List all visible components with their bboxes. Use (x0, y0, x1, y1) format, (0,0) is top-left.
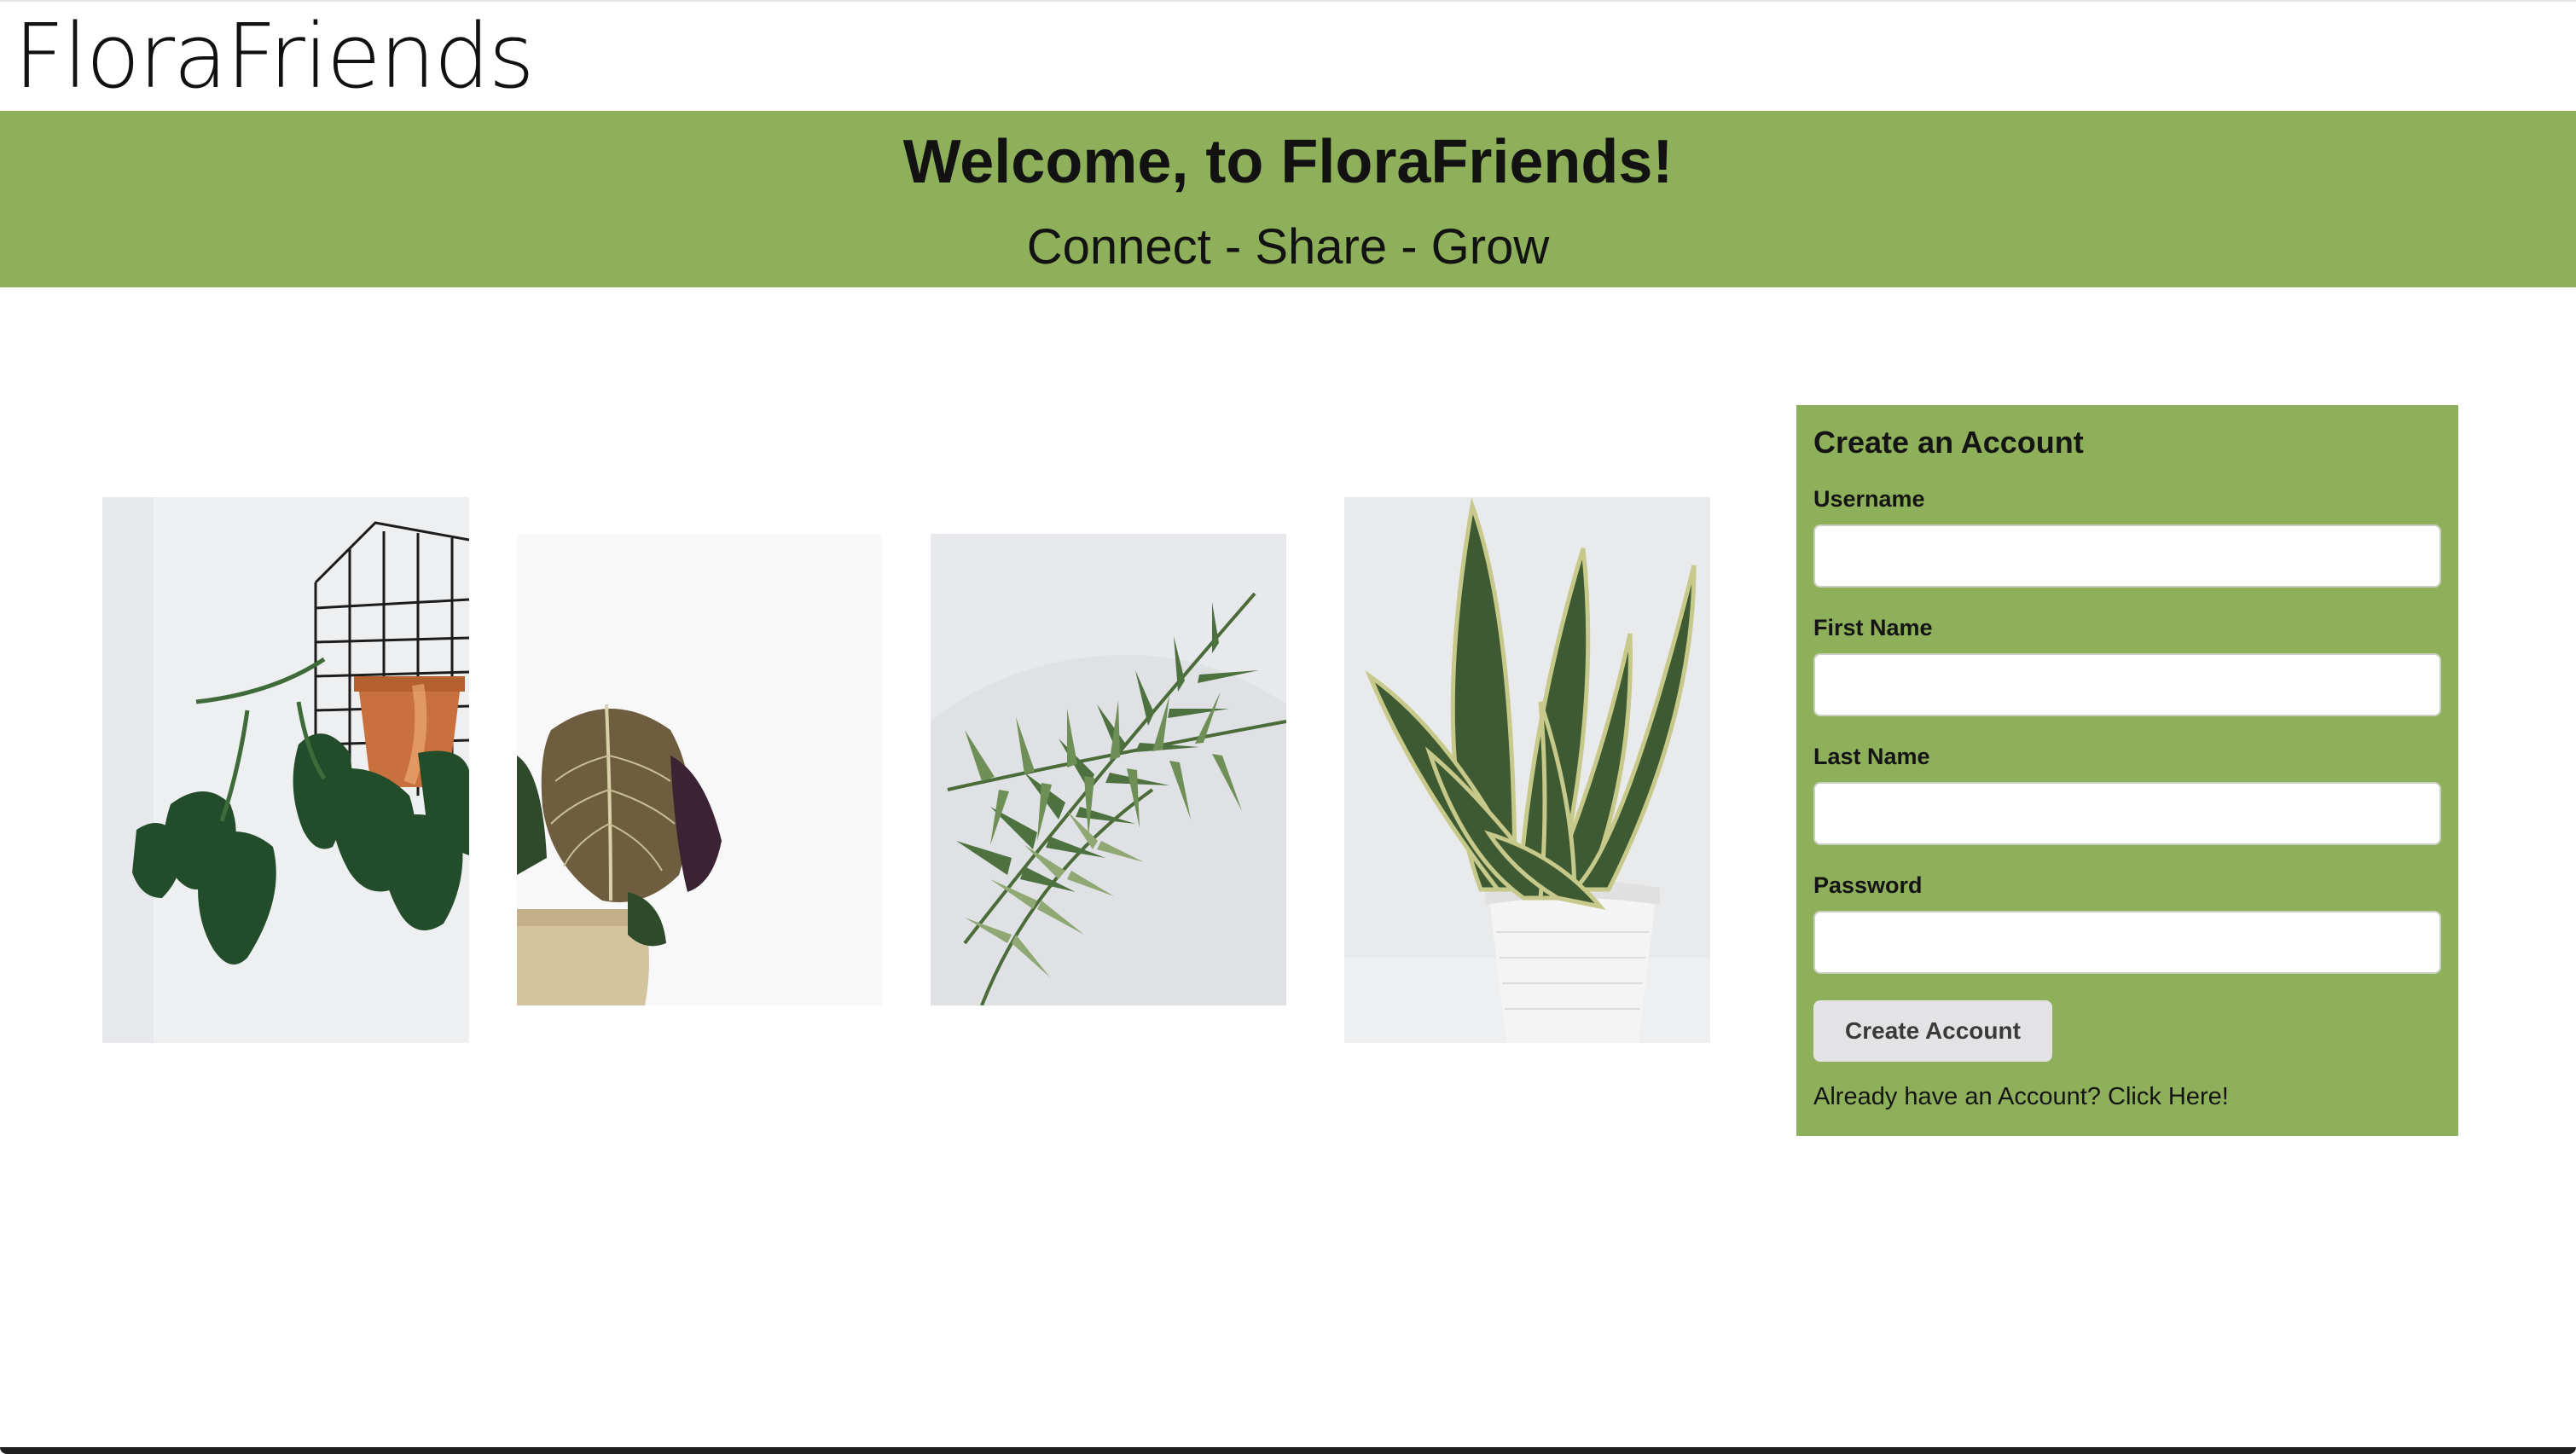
create-account-button[interactable]: Create Account (1813, 1000, 2052, 1062)
last-name-input[interactable] (1813, 782, 2441, 845)
plant-photo-alocasia (517, 534, 882, 1005)
plant-photo-palm (931, 534, 1286, 1005)
window-bottom-edge (0, 1447, 2576, 1454)
welcome-banner: Welcome, to FloraFriends! Connect - Shar… (0, 111, 2576, 287)
signup-title: Create an Account (1813, 425, 2084, 460)
site-logo[interactable]: FloraFriends (14, 5, 535, 107)
password-label: Password (1813, 872, 1923, 898)
username-input[interactable] (1813, 524, 2441, 588)
plant-photo-monstera (102, 497, 469, 1043)
first-name-label: First Name (1813, 615, 1933, 640)
signup-form: Create an Account Username First Name La… (1796, 405, 2458, 1136)
password-input[interactable] (1813, 911, 2441, 974)
plant-photo-snake-plant (1344, 497, 1710, 1043)
page-title: Welcome, to FloraFriends! (902, 128, 1674, 196)
login-link[interactable]: Already have an Account? Click Here! (1813, 1083, 2229, 1111)
tagline: Connect - Share - Grow (1026, 219, 1550, 275)
first-name-input[interactable] (1813, 653, 2441, 716)
username-label: Username (1813, 486, 1925, 512)
last-name-label: Last Name (1813, 744, 1930, 769)
top-border (0, 0, 2576, 2)
